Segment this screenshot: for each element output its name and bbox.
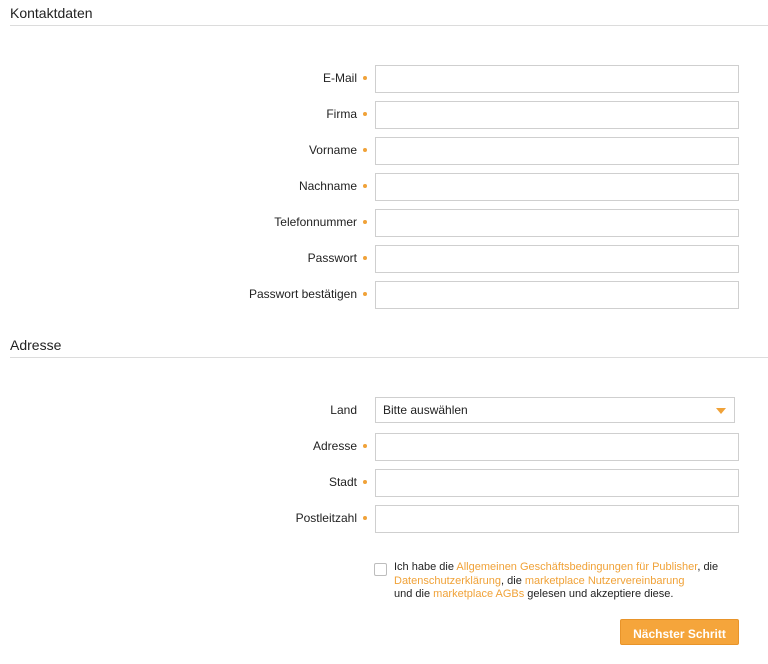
company-input[interactable]: [375, 101, 739, 129]
street-label: Adresse: [312, 439, 357, 453]
lastname-input[interactable]: [375, 173, 739, 201]
lastname-label: Nachname: [298, 179, 357, 193]
street-input[interactable]: [375, 433, 739, 461]
postal-label: Postleitzahl: [295, 511, 357, 525]
consent-text-part: Ich habe die: [394, 561, 457, 573]
consent-text-part: , die: [697, 561, 719, 573]
password-row: Passwort: [0, 245, 768, 273]
required-dot-icon: [363, 444, 367, 448]
company-row: Firma: [0, 101, 768, 129]
required-dot-icon: [363, 480, 367, 484]
street-row: Adresse: [0, 433, 768, 461]
password-label: Passwort: [307, 251, 357, 265]
address-section-divider: [10, 357, 768, 358]
postal-input[interactable]: [375, 505, 739, 533]
contact-section-divider: [10, 25, 768, 26]
marketplace-agb-link[interactable]: marketplace AGBs: [433, 588, 524, 600]
city-row: Stadt: [0, 469, 768, 497]
postal-row: Postleitzahl: [0, 505, 768, 533]
city-input[interactable]: [375, 469, 739, 497]
required-dot-icon: [363, 112, 367, 116]
email-label: E-Mail: [322, 71, 357, 85]
lastname-row: Nachname: [0, 173, 768, 201]
phone-label: Telefonnummer: [274, 215, 357, 229]
required-dot-icon: [363, 516, 367, 520]
country-select-value: Bitte auswählen: [383, 403, 468, 417]
email-input[interactable]: [375, 65, 739, 93]
user-agreement-link[interactable]: marketplace Nutzervereinbarung: [525, 575, 685, 587]
country-label: Land: [330, 403, 357, 417]
country-select[interactable]: Bitte auswählen: [375, 397, 735, 423]
privacy-policy-link[interactable]: Datenschutzerklärung: [394, 575, 501, 587]
password-confirm-row: Passwort bestätigen: [0, 281, 768, 309]
firstname-input[interactable]: [375, 137, 739, 165]
chevron-down-icon: [716, 408, 726, 414]
phone-row: Telefonnummer: [0, 209, 768, 237]
consent-text-part: und die: [394, 588, 434, 600]
email-row: E-Mail: [0, 65, 768, 93]
terms-link-publisher-agb[interactable]: Allgemeinen Geschäftsbedingungen für Pub…: [456, 561, 697, 573]
password-confirm-input[interactable]: [375, 281, 739, 309]
required-dot-icon: [363, 256, 367, 260]
required-dot-icon: [363, 76, 367, 80]
password-confirm-label: Passwort bestätigen: [248, 287, 357, 301]
country-row: Land Bitte auswählen: [0, 397, 768, 423]
contact-section-title: Kontaktdaten: [10, 5, 93, 21]
firstname-label: Vorname: [308, 143, 357, 157]
terms-checkbox[interactable]: [374, 563, 387, 576]
required-dot-icon: [363, 148, 367, 152]
required-dot-icon: [363, 184, 367, 188]
company-label: Firma: [326, 107, 357, 121]
required-dot-icon: [363, 292, 367, 296]
address-section-title: Adresse: [10, 337, 62, 353]
city-label: Stadt: [328, 475, 357, 489]
password-input[interactable]: [375, 245, 739, 273]
next-step-button[interactable]: Nächster Schritt: [620, 619, 739, 645]
terms-consent-text: Ich habe die Allgemeinen Geschäftsbeding…: [394, 561, 754, 602]
required-dot-icon: [363, 220, 367, 224]
firstname-row: Vorname: [0, 137, 768, 165]
phone-input[interactable]: [375, 209, 739, 237]
consent-text-part: , die: [501, 574, 525, 587]
consent-text-part: gelesen und akzeptiere diese.: [524, 588, 674, 600]
